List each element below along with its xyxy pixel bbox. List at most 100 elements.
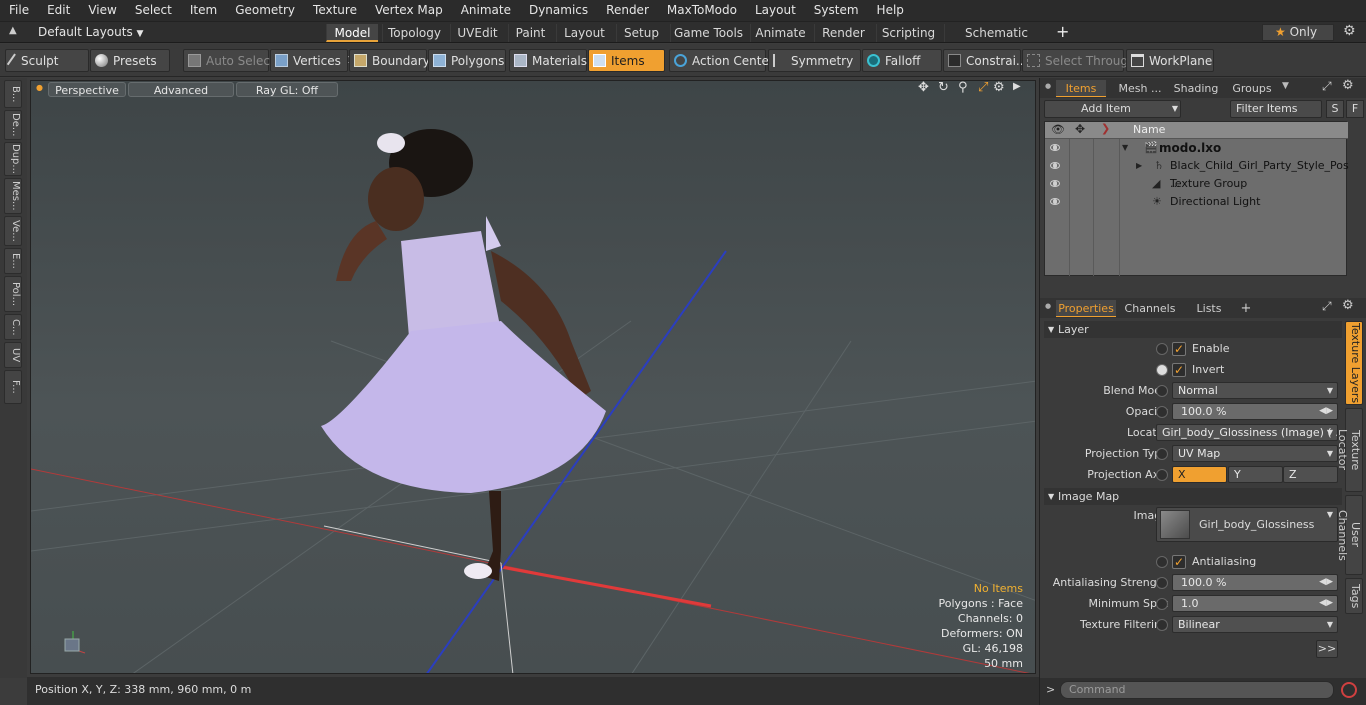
visibility-eye-icon[interactable]: [1050, 198, 1060, 205]
only-toggle[interactable]: ★ Only: [1262, 24, 1334, 41]
menu-geometry[interactable]: Geometry: [226, 0, 304, 21]
opacity-slider[interactable]: 100.0 % ◀▶: [1172, 403, 1338, 420]
side-tab-tags[interactable]: Tags: [1345, 578, 1363, 614]
list-item[interactable]: ▼ 🎬 modo.lxo: [1044, 139, 1347, 157]
invert-dot[interactable]: [1156, 364, 1168, 376]
more-button[interactable]: >>: [1316, 640, 1338, 658]
expand-arrow-icon[interactable]: ▶: [1136, 157, 1142, 175]
tab-uvedit[interactable]: UVEdit: [450, 24, 504, 42]
add-item-button[interactable]: Add Item ▼: [1044, 100, 1181, 118]
enable-checkbox[interactable]: ✓: [1172, 342, 1186, 356]
invert-checkbox[interactable]: ✓: [1172, 363, 1186, 377]
list-item[interactable]: ▶ ♄ Black_Child_Girl_Party_Style_Pos ...: [1044, 157, 1349, 190]
menu-file[interactable]: File: [0, 0, 38, 21]
list-item[interactable]: ◢ Texture Group: [1044, 175, 1347, 193]
min-spot-dot[interactable]: [1156, 598, 1168, 610]
axis-y-button[interactable]: Y: [1228, 466, 1283, 483]
zoom-view-icon[interactable]: ⚲: [958, 81, 968, 95]
left-tab-uv[interactable]: UV: [4, 342, 22, 368]
menu-animate[interactable]: Animate: [452, 0, 520, 21]
tab-setup[interactable]: Setup: [616, 24, 666, 42]
menu-help[interactable]: Help: [868, 0, 913, 21]
left-tab-basic[interactable]: B...: [4, 80, 22, 108]
menu-render[interactable]: Render: [597, 0, 658, 21]
record-icon[interactable]: [1341, 682, 1357, 698]
menu-system[interactable]: System: [805, 0, 868, 21]
tab-groups[interactable]: Groups: [1226, 80, 1278, 97]
left-tab-polygon[interactable]: Pol...: [4, 276, 22, 312]
properties-gear-icon[interactable]: ⚙: [1342, 298, 1354, 313]
antialiasing-dot[interactable]: [1156, 556, 1168, 568]
visibility-eye-icon[interactable]: [1050, 180, 1060, 187]
image-map-section-header[interactable]: ▼ Image Map: [1044, 488, 1342, 505]
raygl-button[interactable]: Ray GL: Off: [236, 82, 338, 97]
shading-advanced-button[interactable]: Advanced: [128, 82, 234, 97]
texture-filtering-dot[interactable]: [1156, 619, 1168, 631]
layer-section-header[interactable]: ▼ Layer: [1044, 321, 1342, 338]
menu-vertex-map[interactable]: Vertex Map: [366, 0, 452, 21]
tab-render[interactable]: Render: [814, 24, 872, 42]
visibility-eye-icon[interactable]: [1050, 144, 1060, 151]
tab-scripting[interactable]: Scripting: [876, 24, 940, 42]
vertices-button[interactable]: Vertices1: [270, 49, 353, 72]
filter-items-input[interactable]: Filter Items: [1230, 100, 1322, 118]
visibility-eye-icon[interactable]: [1050, 162, 1060, 169]
tab-mesh[interactable]: Mesh ...: [1112, 80, 1168, 97]
menu-select[interactable]: Select: [126, 0, 181, 21]
viewport-gear-icon[interactable]: ⚙: [993, 81, 1005, 95]
enable-dot[interactable]: [1156, 343, 1168, 355]
menu-dynamics[interactable]: Dynamics: [520, 0, 597, 21]
left-tab-deform[interactable]: De...: [4, 110, 22, 140]
boundary-button[interactable]: Boundary: [349, 49, 430, 72]
rotate-view-icon[interactable]: ↻: [938, 81, 949, 95]
expand-panel-icon[interactable]: ⤢: [1322, 79, 1332, 94]
side-tab-texture-locator[interactable]: Texture Locator: [1336, 408, 1363, 492]
name-column-header[interactable]: Name: [1133, 123, 1165, 136]
tab-schematic-fusion[interactable]: Schematic Fusion: [944, 24, 1048, 58]
tab-animate[interactable]: Animate: [750, 24, 810, 42]
texture-filtering-select[interactable]: Bilinear ▼: [1172, 616, 1338, 633]
projection-type-select[interactable]: UV Map ▼: [1172, 445, 1338, 462]
3d-viewport[interactable]: ● Perspective Advanced Ray GL: Off ✥ ↻ ⚲…: [30, 80, 1036, 674]
opacity-dot[interactable]: [1156, 406, 1168, 418]
left-tab-edge[interactable]: E...: [4, 248, 22, 274]
tab-model[interactable]: Model: [326, 24, 378, 42]
viewport-menu-arrow-icon[interactable]: ▶: [1013, 81, 1021, 92]
maximize-view-icon[interactable]: ⤢: [978, 81, 988, 95]
menu-texture[interactable]: Texture: [304, 0, 366, 21]
command-input[interactable]: Command: [1060, 681, 1334, 699]
blend-mode-select[interactable]: Normal ▼: [1172, 382, 1338, 399]
constraints-button[interactable]: Constrai...: [943, 49, 1027, 72]
left-tab-mesh[interactable]: Mes...: [4, 178, 22, 214]
items-gear-icon[interactable]: ⚙: [1342, 78, 1354, 93]
polygons-button[interactable]: Polygons: [428, 49, 506, 72]
gear-icon[interactable]: ⚙: [1343, 23, 1356, 39]
side-tab-user-channels[interactable]: User Channels: [1336, 495, 1363, 575]
add-tab-button[interactable]: +: [1056, 22, 1069, 41]
falloff-button[interactable]: Falloff: [862, 49, 942, 72]
menu-item[interactable]: Item: [181, 0, 226, 21]
list-item[interactable]: ☀ Directional Light: [1044, 193, 1347, 211]
antialiasing-checkbox[interactable]: ✓: [1172, 555, 1186, 569]
tab-paint[interactable]: Paint: [508, 24, 552, 42]
symmetry-button[interactable]: Symmetry: [768, 49, 861, 72]
auto-select-button[interactable]: Auto Select: [183, 49, 275, 72]
collapse-arrow-icon[interactable]: ▲: [9, 25, 17, 36]
tabs-overflow-icon[interactable]: ▼: [1282, 81, 1289, 91]
menu-layout[interactable]: Layout: [746, 0, 805, 21]
left-tab-fusion[interactable]: F...: [4, 370, 22, 404]
materials-button[interactable]: Materials: [509, 49, 587, 72]
tab-properties[interactable]: Properties: [1056, 300, 1116, 317]
locator-select[interactable]: Girl_body_Glossiness (Image) ( ... ▼: [1156, 424, 1338, 441]
image-select[interactable]: Girl_body_Glossiness ▼: [1156, 507, 1338, 542]
presets-button[interactable]: Presets: [90, 49, 170, 72]
tab-channels[interactable]: Channels: [1124, 300, 1176, 317]
side-tab-texture-layers[interactable]: Texture Layers: [1345, 321, 1363, 405]
menu-maxtomodo[interactable]: MaxToModo: [658, 0, 746, 21]
select-through-button[interactable]: Select Through: [1022, 49, 1136, 72]
blend-mode-dot[interactable]: [1156, 385, 1168, 397]
items-button[interactable]: Items5: [588, 49, 677, 72]
tab-topology[interactable]: Topology: [382, 24, 446, 42]
expand-panel-icon[interactable]: ⤢: [1322, 299, 1332, 314]
move-view-icon[interactable]: ✥: [918, 81, 929, 95]
